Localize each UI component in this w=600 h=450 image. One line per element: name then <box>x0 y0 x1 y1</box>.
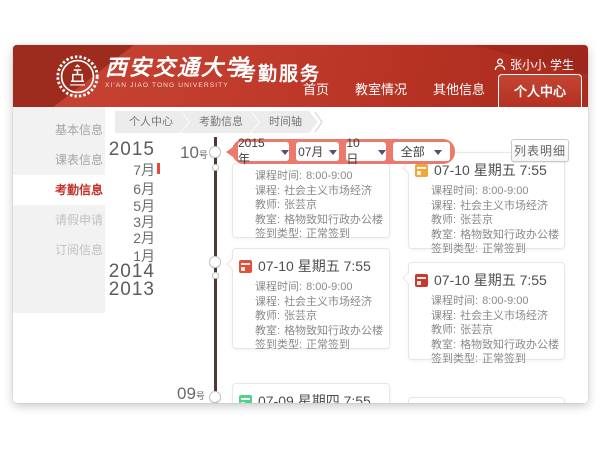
card-row: 教室:格物致知行政办公楼 <box>431 338 556 353</box>
user-icon <box>494 58 506 71</box>
chevron-down-icon <box>329 150 337 159</box>
card-row: 教室:格物致知行政办公楼 <box>431 228 556 243</box>
card-row: 签到类型:正常签到 <box>431 352 556 367</box>
attendance-card[interactable]: 07-10 星期五 7:55 课程时间:8:00-9:00 课程:社会主义市场经… <box>232 248 390 349</box>
breadcrumb-attendance-info[interactable]: 考勤信息 <box>181 111 259 133</box>
day-select[interactable]: 10日 <box>346 142 385 161</box>
card-row: 课程时间:8:00-9:00 <box>431 294 556 309</box>
user-name: 张小小 <box>510 56 546 73</box>
list-detail-button[interactable]: 列表明细 <box>511 139 569 162</box>
card-row: 教师:张芸京 <box>255 309 381 324</box>
university-logo-text: 西安交通大学 XI'AN JIAO TONG UNIVERSITY <box>105 56 249 89</box>
main-nav: 首页 教室情况 其他信息 个人中心 <box>290 74 582 107</box>
card-row: 课程:社会主义市场经济 <box>255 295 381 310</box>
month-select[interactable]: 07月 <box>296 142 339 161</box>
year-select[interactable]: 2015年 <box>238 142 289 161</box>
nav-tab-home[interactable]: 首页 <box>290 79 342 107</box>
calendar-icon <box>415 164 428 177</box>
timeline-node[interactable] <box>212 272 219 279</box>
day-label-10: 10号 <box>180 143 208 163</box>
university-name-en: XI'AN JIAO TONG UNIVERSITY <box>105 82 249 89</box>
card-title: 07-10 星期五 7:55 <box>258 256 371 276</box>
breadcrumb: 个人中心 考勤信息 时间轴 <box>115 111 324 133</box>
nav-tab-classrooms[interactable]: 教室情况 <box>342 79 420 107</box>
timeline-node[interactable] <box>209 146 221 158</box>
user-info[interactable]: 张小小 学生 <box>494 56 574 73</box>
card-title: 07-10 星期五 7:55 <box>434 270 547 290</box>
card-row: 签到类型:正常签到 <box>431 242 556 257</box>
attendance-card[interactable]: 07-10 星期五 7:55 课程时间:8:00-9:00 课程:社会主义市场经… <box>408 152 565 249</box>
axis-year-2013[interactable]: 2013 <box>73 279 155 301</box>
card-row: 教室:格物致知行政办公楼 <box>255 213 381 228</box>
app-header: 西安交通大学 XI'AN JIAO TONG UNIVERSITY 考勤服务 张… <box>13 45 588 107</box>
attendance-card[interactable]: 07-10 星期五 7:55 课程时间:8:00-9:00 课程:社会主义市场经… <box>408 262 565 360</box>
breadcrumb-timeline[interactable]: 时间轴 <box>251 111 318 133</box>
card-row: 课程:社会主义市场经济 <box>255 184 381 199</box>
calendar-icon <box>239 395 252 404</box>
type-select[interactable]: 全部 <box>393 142 450 161</box>
card-title: 07-09 星期四 7:55 <box>258 391 371 403</box>
day-label-09: 09号 <box>177 384 205 403</box>
attendance-card[interactable]: 课程时间:8:00-9:00 课程:社会主义市场经济 教师:张芸京 教室:格物致… <box>232 163 390 238</box>
university-name-cn: 西安交通大学 <box>105 56 249 80</box>
card-row: 签到类型:正常签到 <box>255 227 381 242</box>
calendar-icon <box>415 274 428 287</box>
app-window: 西安交通大学 XI'AN JIAO TONG UNIVERSITY 考勤服务 张… <box>13 45 588 403</box>
timeline-line <box>214 137 217 403</box>
university-seal-icon <box>55 54 100 99</box>
nav-tab-personal-center[interactable]: 个人中心 <box>498 74 582 107</box>
chevron-down-icon <box>378 150 386 159</box>
attendance-card[interactable] <box>408 397 565 403</box>
timeline-node[interactable] <box>212 164 219 171</box>
card-row: 课程:社会主义市场经济 <box>431 309 556 324</box>
breadcrumb-personal-center[interactable]: 个人中心 <box>115 111 189 133</box>
chevron-down-icon <box>434 150 442 159</box>
timeline-node[interactable] <box>209 256 221 268</box>
card-row: 课程时间:8:00-9:00 <box>431 184 556 199</box>
card-row: 课程时间:8:00-9:00 <box>255 169 381 184</box>
nav-tab-other-info[interactable]: 其他信息 <box>420 79 498 107</box>
content-area: 基本信息 课表信息 考勤信息 请假申请 订阅信息 个人中心 考勤信息 时间轴 2… <box>13 107 588 403</box>
card-title: 07-10 星期五 7:55 <box>434 160 547 180</box>
current-month-marker <box>157 163 160 174</box>
date-filter-bubble: 2015年 07月 10日 全部 <box>232 139 455 164</box>
axis-year-2015[interactable]: 2015 <box>73 139 155 161</box>
attendance-card[interactable]: 07-09 星期四 7:55 <box>232 383 390 403</box>
card-row: 签到类型:正常签到 <box>255 338 381 353</box>
timeline-node[interactable] <box>209 391 221 403</box>
user-role: 学生 <box>550 56 574 73</box>
calendar-icon <box>239 260 252 273</box>
chevron-down-icon <box>281 150 289 159</box>
card-row: 教室:格物致知行政办公楼 <box>255 324 381 339</box>
card-row: 课程时间:8:00-9:00 <box>255 280 381 295</box>
card-row: 教师:张芸京 <box>431 323 556 338</box>
axis-month-feb[interactable]: 2月 <box>73 228 155 248</box>
card-row: 课程:社会主义市场经济 <box>431 199 556 214</box>
axis-month-jul[interactable]: 7月 <box>73 160 155 180</box>
card-row: 教师:张芸京 <box>431 213 556 228</box>
card-row: 教师:张芸京 <box>255 198 381 213</box>
